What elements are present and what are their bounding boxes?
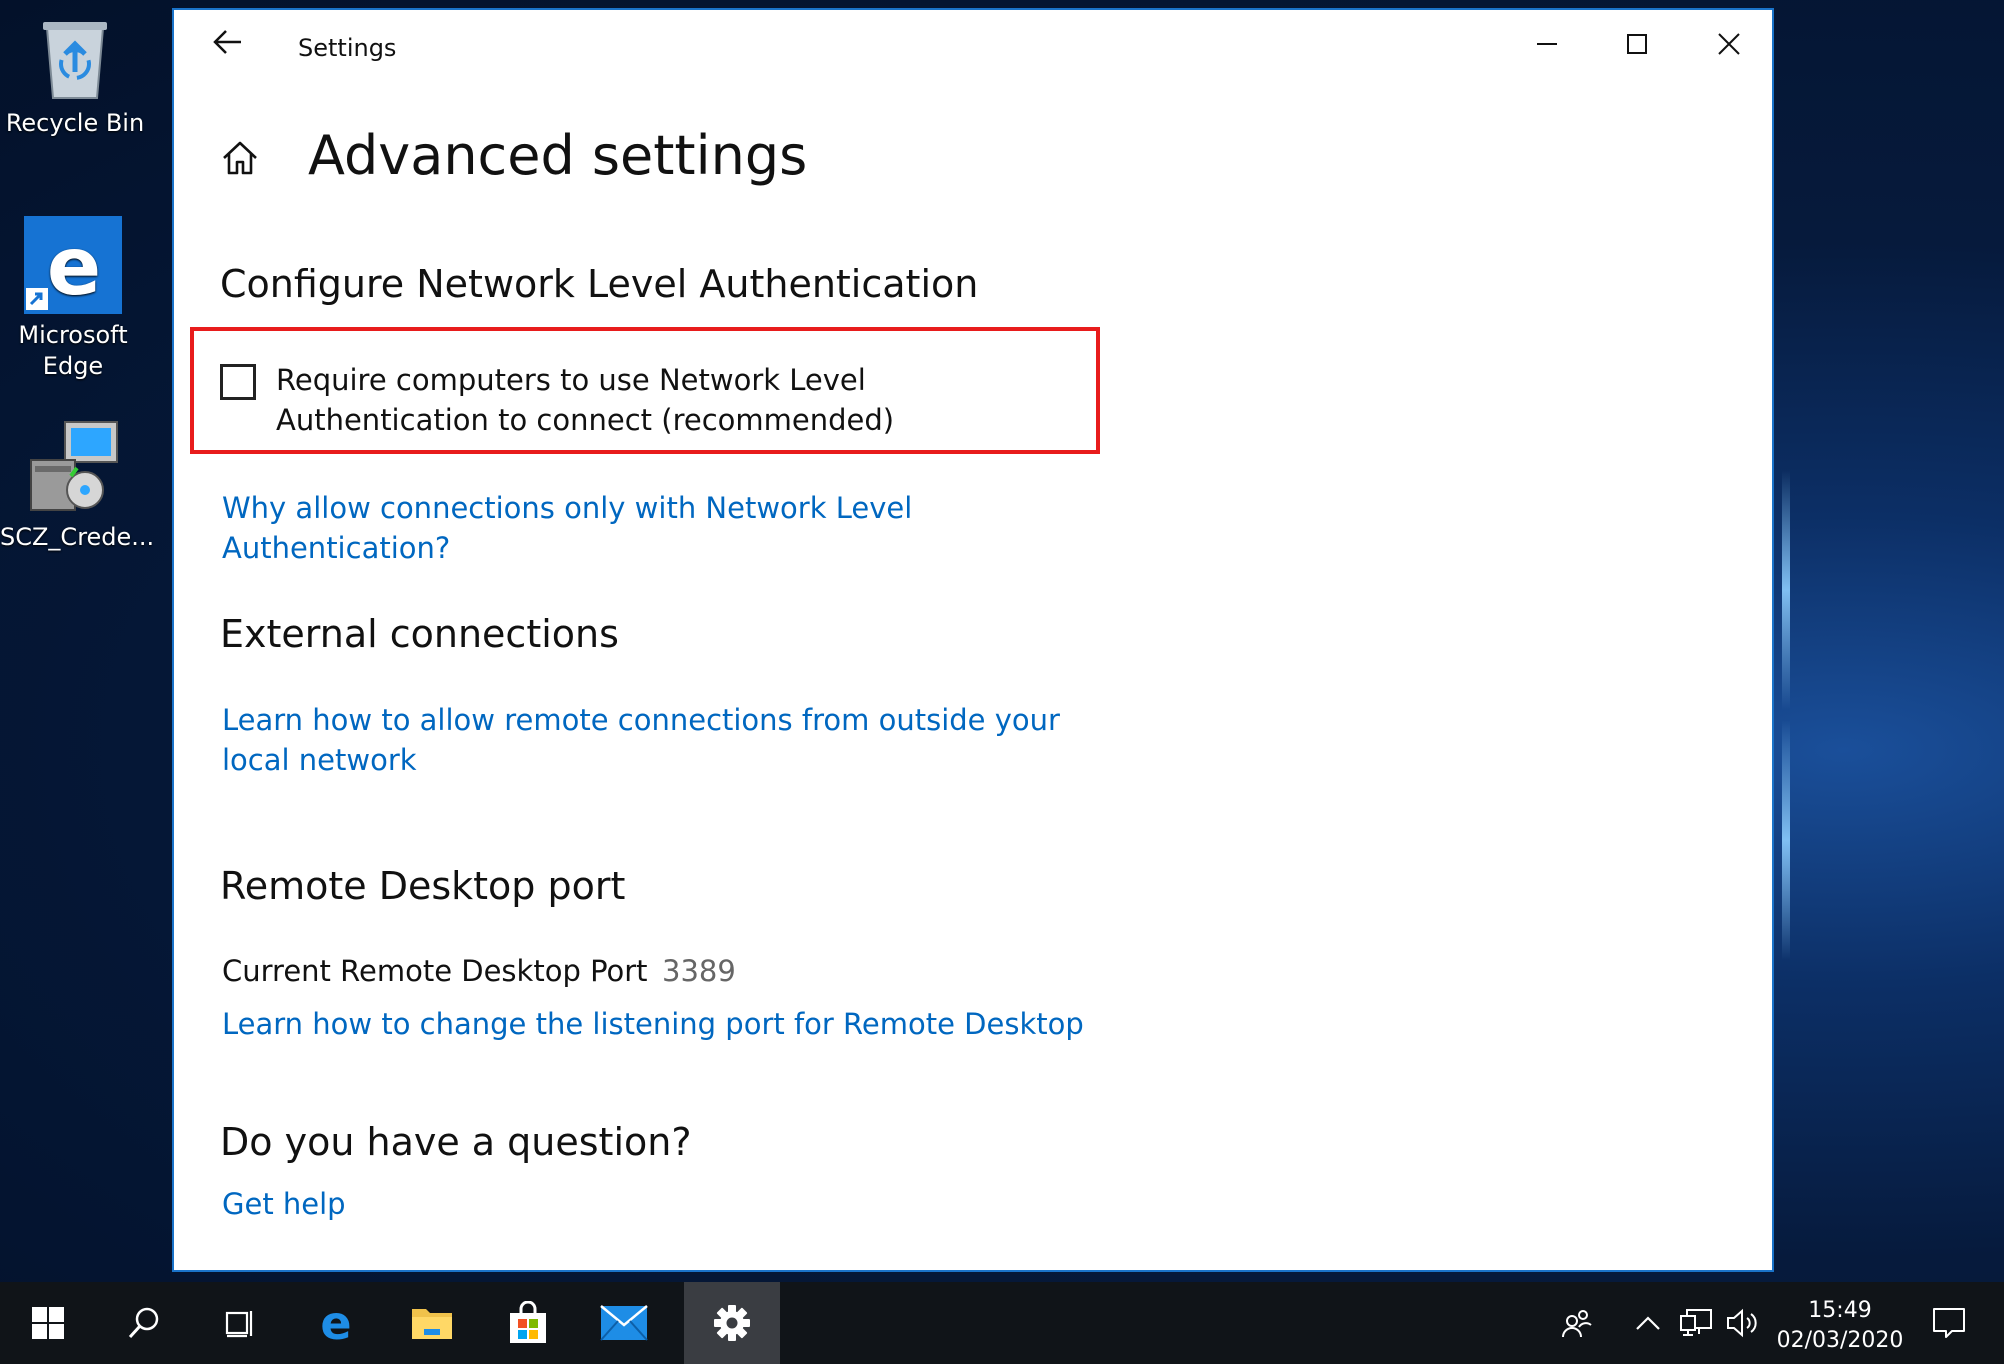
external-connections-link[interactable]: Learn how to allow remote connections fr… <box>222 700 1082 780</box>
task-view-button[interactable] <box>192 1282 288 1364</box>
desktop-icon-recycle-bin[interactable]: Recycle Bin <box>0 14 150 139</box>
get-help-link[interactable]: Get help <box>222 1184 346 1224</box>
nla-checkbox[interactable] <box>220 364 256 400</box>
svg-text:e: e <box>47 220 101 313</box>
clock-date: 02/03/2020 <box>1776 1328 1904 1353</box>
start-icon <box>32 1307 64 1339</box>
chevron-up-icon <box>1636 1316 1660 1330</box>
volume-button[interactable] <box>1722 1282 1764 1364</box>
volume-icon <box>1727 1308 1757 1338</box>
page-title: Advanced settings <box>308 124 808 187</box>
task-view-icon <box>225 1311 253 1338</box>
start-button[interactable] <box>0 1282 96 1364</box>
taskbar-file-explorer-button[interactable] <box>384 1282 480 1364</box>
mail-icon <box>600 1305 648 1341</box>
desktop-icon-label: Recycle Bin <box>5 109 145 137</box>
change-port-link[interactable]: Learn how to change the listening port f… <box>222 1004 1102 1044</box>
clock[interactable]: 15:49 02/03/2020 <box>1772 1296 1908 1356</box>
notification-icon <box>1933 1308 1965 1338</box>
edge-icon: e <box>320 1301 351 1345</box>
port-value: 3389 <box>662 954 736 988</box>
desktop-icon-label: SCZ_Crede... <box>0 523 155 551</box>
taskbar-settings-button[interactable] <box>684 1282 780 1364</box>
desktop-icon-label: Microsoft Edge <box>18 321 128 380</box>
port-section-heading: Remote Desktop port <box>220 864 626 908</box>
taskbar: e 15:49 02/03/2020 <box>0 1282 2004 1364</box>
desktop-icon-microsoft-edge[interactable]: e Microsoft Edge <box>0 216 146 382</box>
settings-window: Settings Advanced settings Configure Net… <box>172 8 1774 1272</box>
action-center-button[interactable] <box>1926 1282 1972 1364</box>
installer-icon <box>25 420 121 516</box>
wallpaper-light-streak <box>1782 470 1790 710</box>
question-section-heading: Do you have a question? <box>220 1120 692 1164</box>
wallpaper-light-streak <box>1782 720 1790 960</box>
recycle-bin-icon <box>35 14 115 102</box>
nla-info-link[interactable]: Why allow connections only with Network … <box>222 488 1102 568</box>
nla-section-heading: Configure Network Level Authentication <box>220 262 979 306</box>
clock-time: 15:49 <box>1808 1298 1872 1323</box>
network-button[interactable] <box>1676 1282 1716 1364</box>
taskbar-mail-button[interactable] <box>576 1282 672 1364</box>
nla-checkbox-label: Require computers to use Network Level A… <box>276 363 895 437</box>
edge-icon: e <box>24 216 122 314</box>
network-icon <box>1680 1309 1712 1336</box>
settings-content: Advanced settings Configure Network Leve… <box>174 10 1772 1270</box>
settings-icon <box>714 1305 750 1341</box>
desktop-icon-scz-credentials[interactable]: SCZ_Crede... <box>0 420 155 553</box>
show-hidden-icons-button[interactable] <box>1628 1282 1668 1364</box>
people-button[interactable] <box>1556 1282 1596 1364</box>
taskbar-edge-button[interactable]: e <box>288 1282 384 1364</box>
search-button[interactable] <box>96 1282 192 1364</box>
search-icon <box>128 1307 159 1339</box>
home-icon[interactable] <box>220 138 260 178</box>
file-explorer-icon <box>412 1309 452 1339</box>
people-icon <box>1562 1310 1592 1338</box>
store-icon <box>510 1301 546 1343</box>
svg-text:e: e <box>320 1301 351 1345</box>
external-section-heading: External connections <box>220 612 619 656</box>
taskbar-store-button[interactable] <box>480 1282 576 1364</box>
port-label: Current Remote Desktop Port <box>222 954 648 988</box>
